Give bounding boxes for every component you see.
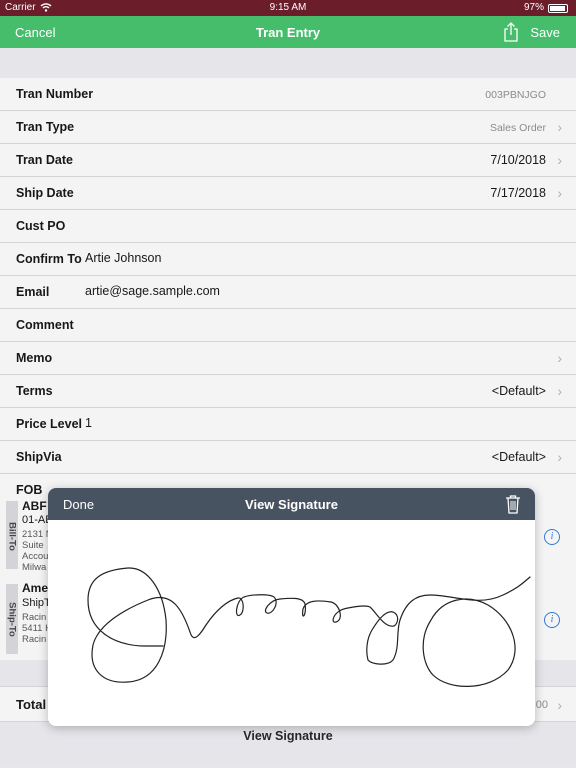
- trash-icon[interactable]: [505, 494, 521, 514]
- battery-icon: [548, 4, 568, 13]
- page-title: Tran Entry: [255, 25, 321, 40]
- navigation-bar: Cancel Tran Entry Save: [0, 16, 576, 48]
- signature-stroke: [87, 567, 531, 687]
- modal-title: View Signature: [245, 497, 338, 512]
- signature-modal: Done View Signature: [48, 488, 535, 726]
- signature-canvas[interactable]: [48, 520, 535, 726]
- battery-percent: 97%: [523, 2, 544, 13]
- modal-header: Done View Signature: [48, 488, 535, 520]
- share-icon[interactable]: [503, 22, 519, 42]
- save-button[interactable]: Save: [530, 25, 560, 40]
- clock: 9:15 AM: [269, 2, 307, 13]
- status-bar: Carrier 9:15 AM 97%: [0, 0, 576, 16]
